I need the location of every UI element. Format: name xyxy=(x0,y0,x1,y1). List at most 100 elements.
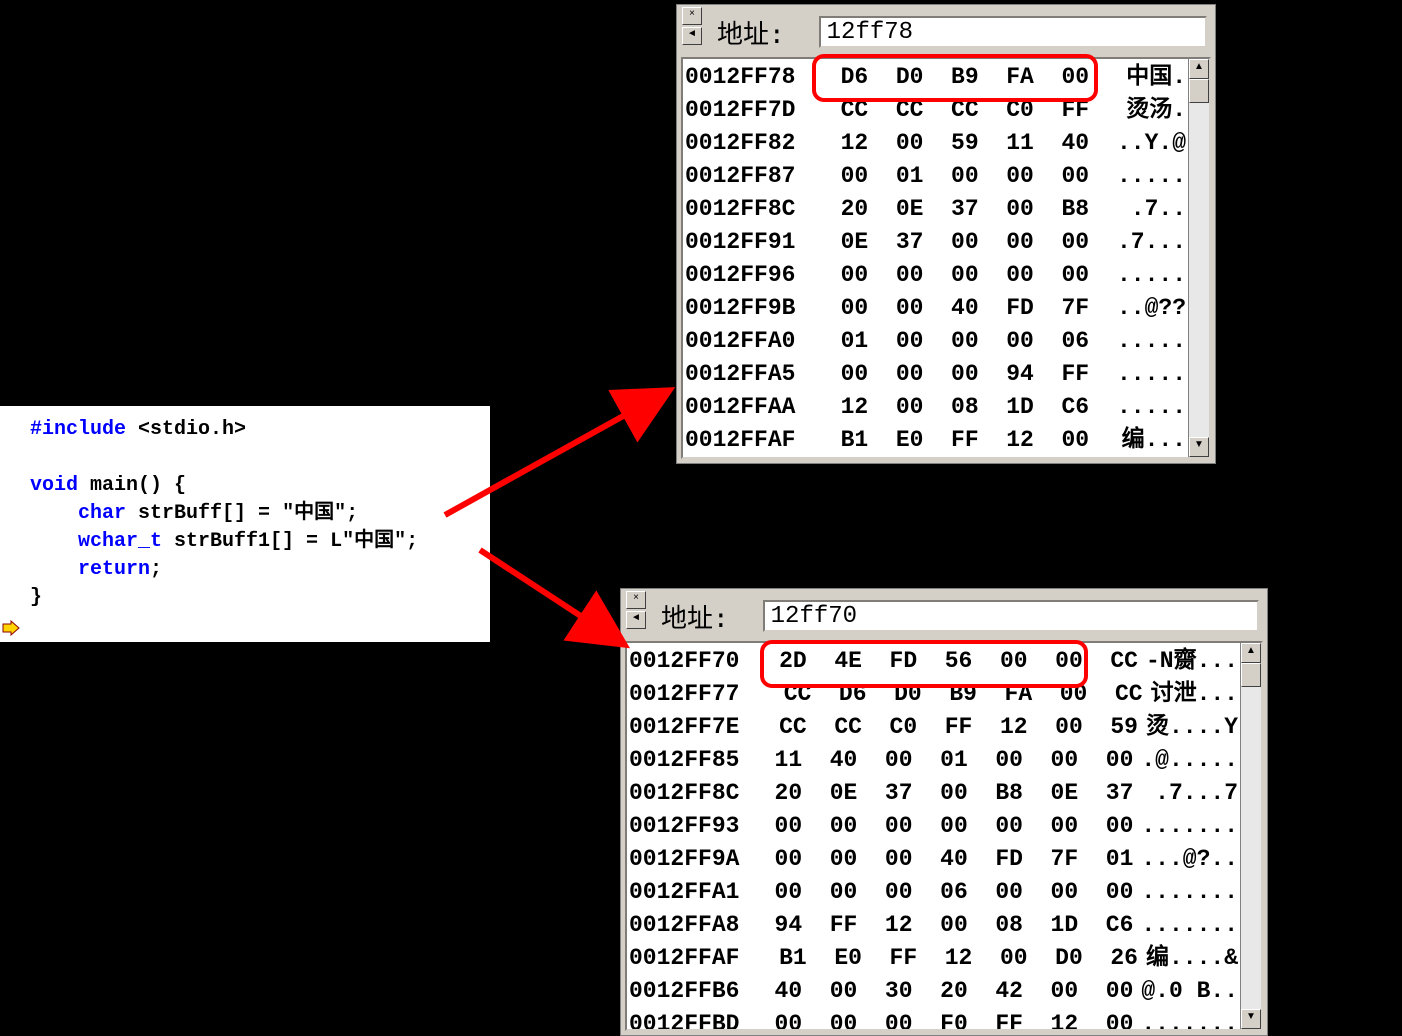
close-icon[interactable]: × xyxy=(626,591,646,609)
bytes-col: CC CC CC C0 FF xyxy=(813,94,1089,127)
code-line: return; xyxy=(30,556,486,584)
address-bar: 地址: xyxy=(711,11,1207,53)
memory-rows[interactable]: 0012FF78 D6 D0 B9 FA 00 中国. 0012FF7D CC CC… xyxy=(683,59,1188,457)
code-line: #include <stdio.h> xyxy=(30,416,486,444)
addr-col: 0012FF78 xyxy=(685,61,813,94)
address-input[interactable] xyxy=(763,600,1259,632)
ascii-col: ...@?.. xyxy=(1133,843,1238,876)
ascii-col: ..Y.@ xyxy=(1109,127,1186,160)
memory-row: 0012FF85 11 40 00 01 00 00 00.@..... xyxy=(629,744,1238,777)
bytes-col: 00 01 00 00 00 xyxy=(813,160,1089,193)
source-code-panel: #include <stdio.h> void main() { char st… xyxy=(0,406,490,642)
memory-row: 0012FFBD 00 00 00 F0 FF 12 00....... xyxy=(629,1008,1238,1029)
code-line: } xyxy=(30,584,486,612)
memory-body: 0012FF70 2D 4E FD 56 00 00 CC-N齌...0012F… xyxy=(625,641,1263,1031)
addr-col: 0012FF7D xyxy=(685,94,813,127)
scroll-track[interactable] xyxy=(1241,663,1261,1009)
ascii-col: ..... xyxy=(1109,259,1186,292)
bytes-col: 00 00 40 FD 7F xyxy=(813,292,1089,325)
addr-col: 0012FF8C xyxy=(629,777,747,810)
memory-row: 0012FFA1 00 00 00 06 00 00 00....... xyxy=(629,876,1238,909)
bytes-col: 20 0E 37 00 B8 0E 37 xyxy=(747,777,1133,810)
memory-row: 0012FF77 CC D6 D0 B9 FA 00 CC讨泄... xyxy=(629,678,1238,711)
scroll-track[interactable] xyxy=(1189,79,1209,437)
memory-window-2: × ◄ 地址: 0012FF70 2D 4E FD 56 00 00 CC-N齌… xyxy=(620,588,1268,1036)
close-icon[interactable]: × xyxy=(682,7,702,25)
scrollbar[interactable]: ▲ ▼ xyxy=(1188,59,1209,457)
memory-row: 0012FFA5 00 00 00 94 FF..... xyxy=(685,358,1186,391)
memory-row: 0012FF8C 20 0E 37 00 B8 0E 37 .7...7 xyxy=(629,777,1238,810)
memory-row: 0012FF70 2D 4E FD 56 00 00 CC-N齌... xyxy=(629,645,1238,678)
memory-row: 0012FFA8 94 FF 12 00 08 1D C6....... xyxy=(629,909,1238,942)
bytes-col: B1 E0 FF 12 00 xyxy=(813,424,1089,457)
ascii-col: ....... xyxy=(1133,1008,1238,1029)
addr-col: 0012FFAF xyxy=(629,942,752,975)
memory-row: 0012FF87 00 01 00 00 00..... xyxy=(685,160,1186,193)
ascii-col: .7...7 xyxy=(1133,777,1238,810)
memory-rows[interactable]: 0012FF70 2D 4E FD 56 00 00 CC-N齌...0012F… xyxy=(627,643,1240,1029)
addr-col: 0012FFA0 xyxy=(685,325,813,358)
ascii-col: .@..... xyxy=(1133,744,1238,777)
bytes-col: 40 00 30 20 42 00 00 xyxy=(747,975,1133,1008)
bytes-col: B1 E0 FF 12 00 D0 26 xyxy=(752,942,1138,975)
bytes-col: 00 00 00 94 FF xyxy=(813,358,1089,391)
kw-wchar: wchar_t xyxy=(78,530,162,553)
collapse-icon[interactable]: ◄ xyxy=(626,611,646,629)
bytes-col: 12 00 59 11 40 xyxy=(813,127,1089,160)
bytes-col: 00 00 00 F0 FF 12 00 xyxy=(747,1008,1133,1029)
ascii-col: ..... xyxy=(1109,358,1186,391)
bytes-col: CC D6 D0 B9 FA 00 CC xyxy=(756,678,1142,711)
code-line xyxy=(30,444,486,472)
ascii-col: 烫....Y xyxy=(1138,711,1238,744)
bytes-col: 12 00 08 1D C6 xyxy=(813,391,1089,424)
bytes-col: CC CC C0 FF 12 00 59 xyxy=(752,711,1138,744)
scroll-down-icon[interactable]: ▼ xyxy=(1189,437,1209,457)
ascii-col: ..@?? xyxy=(1109,292,1186,325)
bytes-col: 2D 4E FD 56 00 00 CC xyxy=(752,645,1138,678)
bytes-col: 00 00 00 40 FD 7F 01 xyxy=(747,843,1133,876)
bytes-col: D6 D0 B9 FA 00 xyxy=(813,61,1089,94)
memory-row: 0012FF78 D6 D0 B9 FA 00 中国. xyxy=(685,61,1186,94)
addr-col: 0012FF9B xyxy=(685,292,813,325)
memory-row: 0012FF9B 00 00 40 FD 7F ..@?? xyxy=(685,292,1186,325)
memory-row: 0012FF9A 00 00 00 40 FD 7F 01...@?.. xyxy=(629,843,1238,876)
gutter xyxy=(0,406,22,642)
bytes-col: 01 00 00 00 06 xyxy=(813,325,1089,358)
scroll-up-icon[interactable]: ▲ xyxy=(1241,643,1261,663)
window-corner-controls: × ◄ xyxy=(677,5,707,59)
memory-row: 0012FF8C 20 0E 37 00 B8 .7.. xyxy=(685,193,1186,226)
scroll-thumb[interactable] xyxy=(1241,663,1261,687)
addr-col: 0012FF87 xyxy=(685,160,813,193)
kw-void: void xyxy=(30,474,78,497)
bytes-col: 20 0E 37 00 B8 xyxy=(813,193,1089,226)
memory-row: 0012FF93 00 00 00 00 00 00 00....... xyxy=(629,810,1238,843)
memory-row: 0012FFB6 40 00 30 20 42 00 00@.0 B.. xyxy=(629,975,1238,1008)
addr-col: 0012FFAF xyxy=(685,424,813,457)
ascii-col: ....... xyxy=(1133,909,1238,942)
addr-col: 0012FFB6 xyxy=(629,975,747,1008)
memory-window-1: × ◄ 地址: 0012FF78 D6 D0 B9 FA 00中国.0012FF… xyxy=(676,4,1216,464)
ascii-col: -N齌... xyxy=(1138,645,1238,678)
window-corner-controls: × ◄ xyxy=(621,589,651,643)
code-line: void main() { xyxy=(30,472,486,500)
addr-col: 0012FFA1 xyxy=(629,876,747,909)
scroll-down-icon[interactable]: ▼ xyxy=(1241,1009,1261,1029)
scroll-thumb[interactable] xyxy=(1189,79,1209,103)
bytes-col: 11 40 00 01 00 00 00 xyxy=(747,744,1133,777)
scrollbar[interactable]: ▲ ▼ xyxy=(1240,643,1261,1029)
memory-row: 0012FF7E CC CC C0 FF 12 00 59烫....Y xyxy=(629,711,1238,744)
ascii-col: .7.. xyxy=(1109,193,1186,226)
collapse-icon[interactable]: ◄ xyxy=(682,27,702,45)
memory-row: 0012FF96 00 00 00 00 00..... xyxy=(685,259,1186,292)
scroll-up-icon[interactable]: ▲ xyxy=(1189,59,1209,79)
bytes-col: 00 00 00 06 00 00 00 xyxy=(747,876,1133,909)
addr-col: 0012FF9A xyxy=(629,843,747,876)
memory-row: 0012FFA0 01 00 00 00 06..... xyxy=(685,325,1186,358)
addr-col: 0012FF70 xyxy=(629,645,752,678)
ascii-col: 讨泄... xyxy=(1143,678,1238,711)
address-input[interactable] xyxy=(819,16,1207,48)
addr-col: 0012FF93 xyxy=(629,810,747,843)
addr-col: 0012FFA5 xyxy=(685,358,813,391)
memory-body: 0012FF78 D6 D0 B9 FA 00 中国. 0012FF7D CC CC… xyxy=(681,57,1211,459)
ascii-col: 中国. xyxy=(1118,61,1186,94)
